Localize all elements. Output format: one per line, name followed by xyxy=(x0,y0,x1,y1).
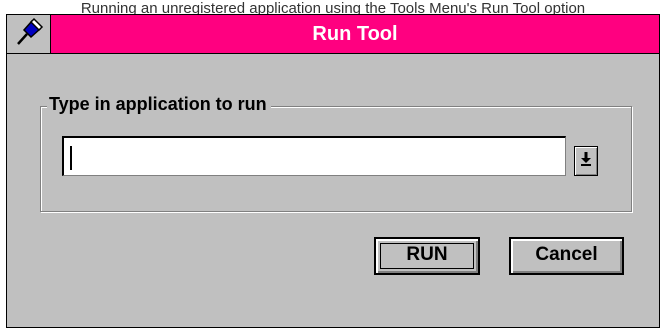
title-bar: Run Tool xyxy=(7,15,659,54)
run-button-label: RUN xyxy=(406,244,448,265)
groupbox-label: Type in application to run xyxy=(47,92,271,116)
run-button[interactable]: RUN xyxy=(374,237,480,275)
down-arrow-icon xyxy=(580,151,592,172)
window-title: Run Tool xyxy=(312,23,398,45)
text-caret xyxy=(70,146,72,170)
cancel-button-label: Cancel xyxy=(535,244,598,265)
cancel-button[interactable]: Cancel xyxy=(509,237,624,275)
dropdown-button[interactable] xyxy=(574,146,598,176)
system-menu-button[interactable] xyxy=(7,15,51,53)
application-input[interactable] xyxy=(62,136,566,176)
pushpin-icon xyxy=(14,17,44,52)
